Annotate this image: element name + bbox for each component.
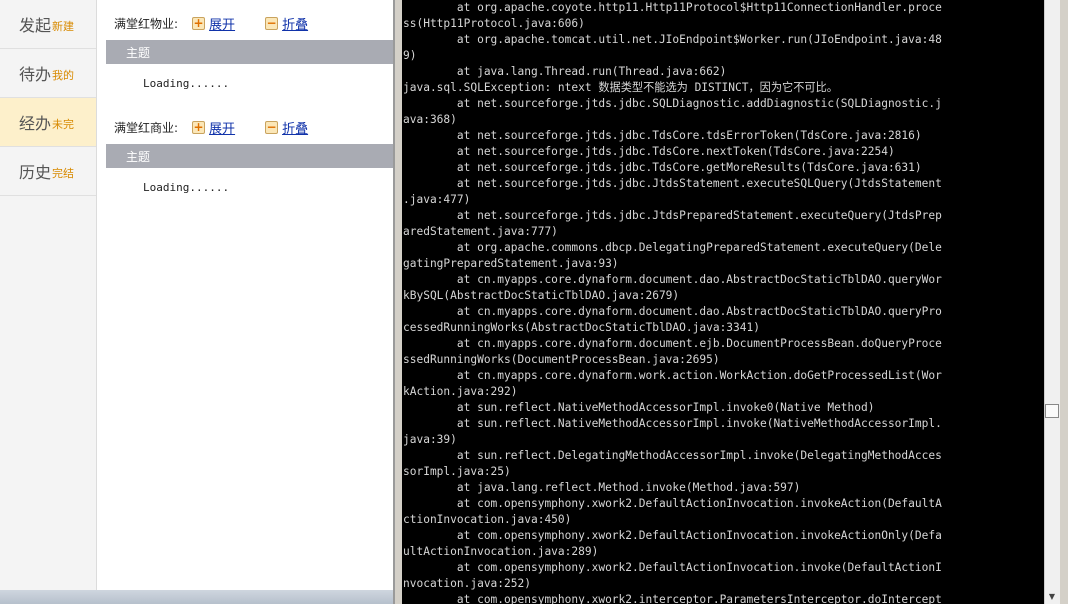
collapse-link[interactable]: 折叠 xyxy=(282,14,308,33)
console-line: java.sql.SQLException: ntext 数据类型不能选为 DI… xyxy=(403,81,838,94)
group-label: 满堂红物业: xyxy=(114,16,179,31)
console-line: sorImpl.java:25) xyxy=(403,465,511,478)
console-line: ssedRunningWorks(DocumentProcessBean.jav… xyxy=(403,353,720,366)
console-line: ava:368) xyxy=(403,113,457,126)
console-line: gatingPreparedStatement.java:93) xyxy=(403,257,619,270)
sidebar-item-initiate[interactable]: 发起 新建 xyxy=(0,0,96,49)
console-line: at org.apache.commons.dbcp.DelegatingPre… xyxy=(403,241,942,254)
plus-icon: + xyxy=(192,120,206,134)
group-header: 满堂红商业: + 展开 − 折叠 xyxy=(96,110,396,144)
expand-button[interactable]: + 展开 xyxy=(192,14,235,33)
console-line: at sun.reflect.DelegatingMethodAccessorI… xyxy=(403,449,942,462)
collapse-button[interactable]: − 折叠 xyxy=(265,14,308,33)
console-line: .java:477) xyxy=(403,193,471,206)
console-line: ctionInvocation.java:450) xyxy=(403,513,572,526)
plus-icon: + xyxy=(192,16,206,30)
minus-icon: − xyxy=(265,120,279,134)
console-line: at sun.reflect.NativeMethodAccessorImpl.… xyxy=(403,417,942,430)
group-property: 满堂红物业: + 展开 − 折叠 主题 Loading...... xyxy=(96,6,396,90)
console-line: at net.sourceforge.jtds.jdbc.TdsCore.nex… xyxy=(403,145,895,158)
console-line: ss(Http11Protocol.java:606) xyxy=(403,17,585,30)
console-line: at sun.reflect.NativeMethodAccessorImpl.… xyxy=(403,401,875,414)
sidebar-item-label: 经办 xyxy=(19,114,52,133)
sidebar-item-label: 待办 xyxy=(19,65,52,84)
console-line: at com.opensymphony.xwork2.DefaultAction… xyxy=(403,497,942,510)
taskbar-strip xyxy=(0,590,393,604)
console-line: at cn.myapps.core.dynaform.document.dao.… xyxy=(403,273,942,286)
scroll-down-arrow-icon[interactable]: ▼ xyxy=(1045,590,1059,604)
sidebar-item-label: 历史 xyxy=(19,163,52,182)
console-line: ultActionInvocation.java:289) xyxy=(403,545,599,558)
group-label: 满堂红商业: xyxy=(114,120,179,135)
expand-button[interactable]: + 展开 xyxy=(192,118,235,137)
console-line: at net.sourceforge.jtds.jdbc.TdsCore.get… xyxy=(403,161,922,174)
console-line: aredStatement.java:777) xyxy=(403,225,558,238)
sidebar: 发起 新建 待办 我的 经办 未完 历史 完结 xyxy=(0,0,97,604)
console-line: at net.sourceforge.jtds.jdbc.TdsCore.tds… xyxy=(403,129,922,142)
sidebar-item-sublabel: 完结 xyxy=(52,167,75,180)
console-line: at java.lang.reflect.Method.invoke(Metho… xyxy=(403,481,801,494)
console-line: at com.opensymphony.xwork2.interceptor.P… xyxy=(403,593,942,604)
console-line: at cn.myapps.core.dynaform.document.ejb.… xyxy=(403,337,942,350)
console-line: cessedRunningWorks(AbstractDocStaticTblD… xyxy=(403,321,760,334)
sidebar-item-sublabel: 新建 xyxy=(52,20,75,33)
console-line: at cn.myapps.core.dynaform.document.dao.… xyxy=(403,305,942,318)
collapse-button[interactable]: − 折叠 xyxy=(265,118,308,137)
console-line: at org.apache.tomcat.util.net.JIoEndpoin… xyxy=(403,33,942,46)
minus-icon: − xyxy=(265,16,279,30)
console-output[interactable]: at org.apache.coyote.http11.Http11Protoc… xyxy=(402,0,1044,604)
sidebar-item-todo[interactable]: 待办 我的 xyxy=(0,49,96,98)
console-scrollbar[interactable] xyxy=(1044,0,1060,604)
window-border xyxy=(1060,0,1068,604)
console-text: at org.apache.coyote.http11.Http11Protoc… xyxy=(402,0,1044,604)
loading-text: Loading...... xyxy=(143,77,230,90)
collapse-link[interactable]: 折叠 xyxy=(282,118,308,137)
group-header: 满堂红物业: + 展开 − 折叠 xyxy=(96,6,396,40)
console-line: kAction.java:292) xyxy=(403,385,518,398)
console-line: at cn.myapps.core.dynaform.work.action.W… xyxy=(403,369,942,382)
sidebar-item-label: 发起 xyxy=(19,16,52,35)
content-panel: 满堂红物业: + 展开 − 折叠 主题 Loading...... 满堂红商业:… xyxy=(96,0,396,604)
sidebar-item-sublabel: 我的 xyxy=(52,69,75,82)
loading-text: Loading...... xyxy=(143,181,230,194)
expand-link[interactable]: 展开 xyxy=(209,14,235,33)
console-line: nvocation.java:252) xyxy=(403,577,531,590)
group-commercial: 满堂红商业: + 展开 − 折叠 主题 Loading...... xyxy=(96,110,396,194)
console-line: at com.opensymphony.xwork2.DefaultAction… xyxy=(403,561,942,574)
console-line: 9) xyxy=(403,49,417,62)
subject-column-header: 主题 xyxy=(106,144,396,168)
console-line: at java.lang.Thread.run(Thread.java:662) xyxy=(403,65,727,78)
expand-link[interactable]: 展开 xyxy=(209,118,235,137)
scrollbar-thumb[interactable] xyxy=(1045,404,1059,418)
console-line: at net.sourceforge.jtds.jdbc.JtdsPrepare… xyxy=(403,209,942,222)
console-line: at net.sourceforge.jtds.jdbc.SQLDiagnost… xyxy=(403,97,942,110)
console-line: at com.opensymphony.xwork2.DefaultAction… xyxy=(403,529,942,542)
sidebar-item-handled[interactable]: 经办 未完 xyxy=(0,98,96,147)
console-line: kBySQL(AbstractDocStaticTblDAO.java:2679… xyxy=(403,289,680,302)
sidebar-item-sublabel: 未完 xyxy=(52,118,75,131)
console-line: at net.sourceforge.jtds.jdbc.JtdsStateme… xyxy=(403,177,942,190)
subject-column-header: 主题 xyxy=(106,40,396,64)
console-line: java:39) xyxy=(403,433,457,446)
sidebar-item-history[interactable]: 历史 完结 xyxy=(0,147,96,196)
console-line: at org.apache.coyote.http11.Http11Protoc… xyxy=(403,1,942,14)
